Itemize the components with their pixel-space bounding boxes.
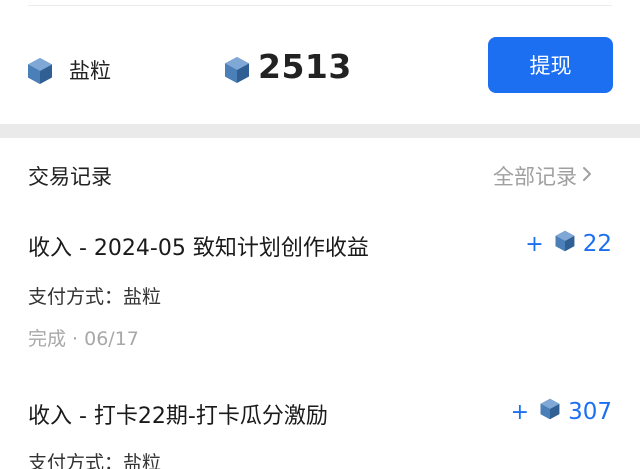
balance-amount: 2513 — [258, 47, 352, 86]
currency-label: 盐粒 — [69, 59, 111, 83]
balance-panel: 盐粒 2513 提现 — [0, 6, 640, 124]
salt-gem-icon — [26, 57, 54, 85]
chevron-right-icon — [581, 164, 593, 188]
payment-method: 支付方式：盐粒 — [28, 452, 162, 469]
transaction-status: 完成 · 06/17 — [28, 328, 139, 350]
salt-gem-icon — [539, 398, 561, 426]
amount-value: 22 — [582, 231, 612, 257]
salt-gem-icon — [223, 56, 251, 84]
payment-method: 支付方式：盐粒 — [28, 286, 162, 308]
all-records-label: 全部记录 — [493, 165, 577, 189]
transaction-item[interactable]: 收入 - 打卡22期-打卡瓜分激励 + 307 支付方式：盐粒 — [0, 378, 640, 469]
transaction-title: 收入 - 2024-05 致知计划创作收益 — [28, 236, 369, 261]
transaction-item[interactable]: 收入 - 2024-05 致知计划创作收益 + 22 支付方式：盐粒 完成 · … — [0, 208, 640, 368]
transaction-amount: + 22 — [525, 230, 612, 258]
amount-sign: + — [525, 231, 544, 257]
records-title: 交易记录 — [28, 165, 112, 189]
transaction-amount: + 307 — [511, 398, 612, 426]
all-records-link[interactable]: 全部记录 — [493, 161, 593, 191]
transaction-title: 收入 - 打卡22期-打卡瓜分激励 — [28, 404, 328, 429]
withdraw-button[interactable]: 提现 — [488, 37, 613, 93]
section-separator — [0, 124, 640, 138]
records-header: 交易记录 全部记录 — [0, 138, 640, 208]
amount-sign: + — [510, 399, 530, 425]
amount-value: 307 — [568, 399, 612, 425]
salt-gem-icon — [554, 230, 576, 258]
